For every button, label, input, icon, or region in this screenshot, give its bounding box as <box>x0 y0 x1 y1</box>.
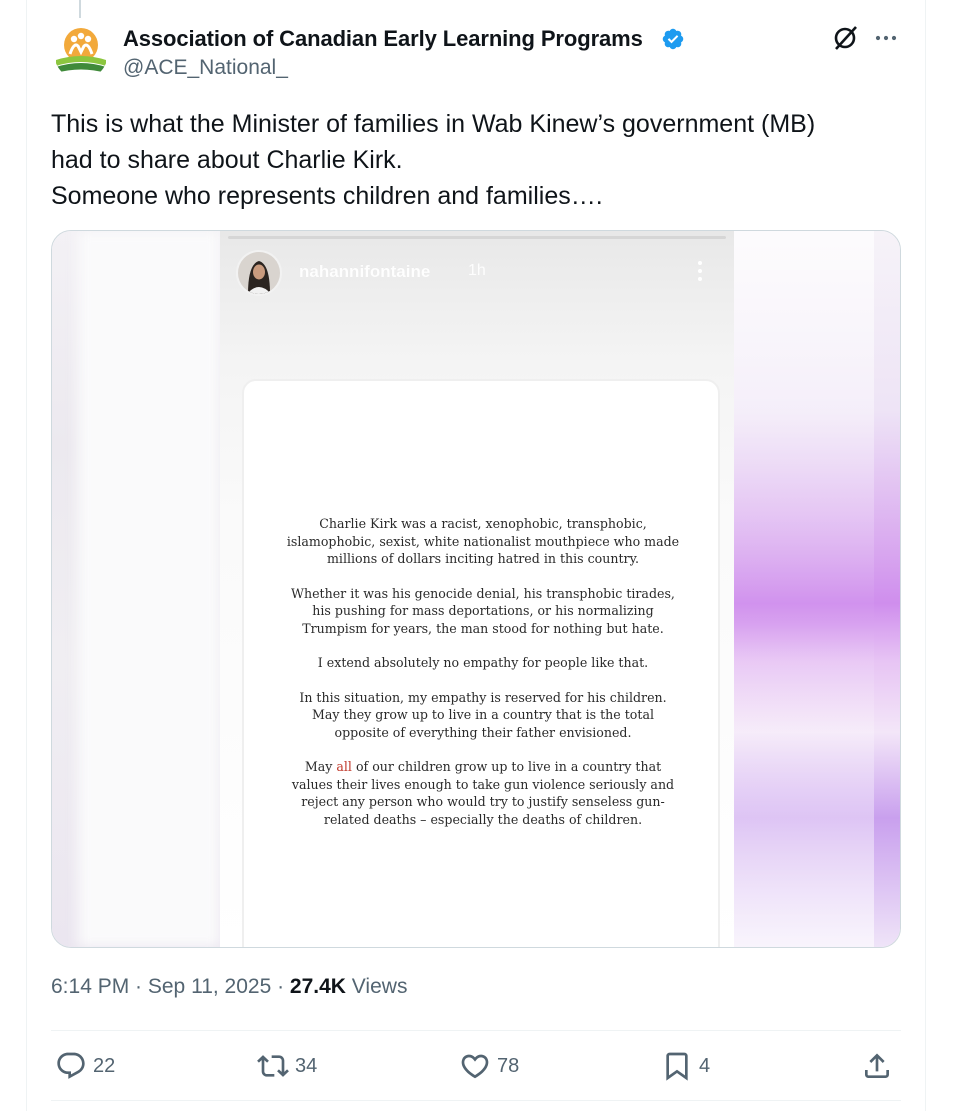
story-paragraph: I extend absolutely no empathy for peopl… <box>317 655 649 670</box>
author-handle[interactable]: @ACE_National_ <box>123 56 288 80</box>
author-avatar[interactable] <box>54 26 108 80</box>
grok-icon[interactable] <box>832 24 860 52</box>
story-paragraph: Charlie Kirk was a racist, xenophobic, t… <box>286 516 680 566</box>
action-bar: 22 34 78 4 <box>51 1044 901 1088</box>
media-blur-right-highlight <box>734 231 874 947</box>
views-label: Views <box>345 975 408 998</box>
share-button[interactable] <box>861 1044 893 1088</box>
story-text-card: Charlie Kirk was a racist, xenophobic, t… <box>242 379 722 947</box>
bookmark-button[interactable]: 4 <box>661 1044 710 1088</box>
tweet-text-line: Someone who represents children and fami… <box>51 182 603 210</box>
story-user-avatar <box>236 250 282 296</box>
tweet-text-line: This is what the Minister of families in… <box>51 110 816 138</box>
like-button[interactable]: 78 <box>459 1044 519 1088</box>
tweet-metadata: 6:14 PM · Sep 11, 2025 · 27.4K Views <box>51 975 407 999</box>
person-avatar-icon <box>238 252 280 294</box>
story-more-icon <box>698 261 702 281</box>
story-screenshot: nahannifontaine 1h Charlie Kirk was a ra… <box>220 231 734 947</box>
story-statement: Charlie Kirk was a racist, xenophobic, t… <box>244 515 722 845</box>
story-paragraph: Whether it was his genocide denial, his … <box>291 585 675 636</box>
repost-count: 34 <box>295 1054 318 1077</box>
story-accent-word: all <box>336 759 352 774</box>
tweet-text: This is what the Minister of families in… <box>51 106 901 214</box>
heart-icon <box>461 1054 489 1079</box>
story-username: nahannifontaine <box>299 262 431 281</box>
tweet-text-line: had to share about Charlie Kirk. <box>51 146 403 174</box>
bookmark-count: 4 <box>699 1054 711 1077</box>
reply-button[interactable]: 22 <box>55 1044 115 1088</box>
story-time: 1h <box>468 262 486 279</box>
reply-icon <box>57 1052 85 1079</box>
views-count: 27.4K <box>289 975 346 998</box>
thread-line <box>79 0 81 18</box>
tweet-media-image[interactable]: nahannifontaine 1h Charlie Kirk was a ra… <box>51 230 901 948</box>
repost-icon <box>257 1055 289 1077</box>
share-icon <box>865 1053 889 1078</box>
story-progress-bar <box>228 236 726 239</box>
tweet-timestamp[interactable]: 6:14 PM · Sep 11, 2025 · <box>51 975 290 998</box>
reply-count: 22 <box>93 1054 116 1077</box>
verified-badge-icon[interactable] <box>661 27 685 51</box>
divider <box>51 1030 901 1031</box>
repost-button[interactable]: 34 <box>257 1044 317 1088</box>
author-name[interactable]: Association of Canadian Early Learning P… <box>123 26 643 52</box>
story-text-fragment: May <box>304 759 337 774</box>
like-count: 78 <box>497 1054 520 1077</box>
story-paragraph: In this situation, my empathy is reserve… <box>299 689 667 740</box>
media-blur-left-highlight <box>78 231 220 947</box>
divider <box>51 1100 901 1101</box>
more-options-icon[interactable] <box>872 24 900 52</box>
organization-logo-icon <box>54 26 108 80</box>
story-paragraph-last: May all of our children grow up to live … <box>244 758 722 828</box>
bookmark-icon <box>666 1052 688 1081</box>
